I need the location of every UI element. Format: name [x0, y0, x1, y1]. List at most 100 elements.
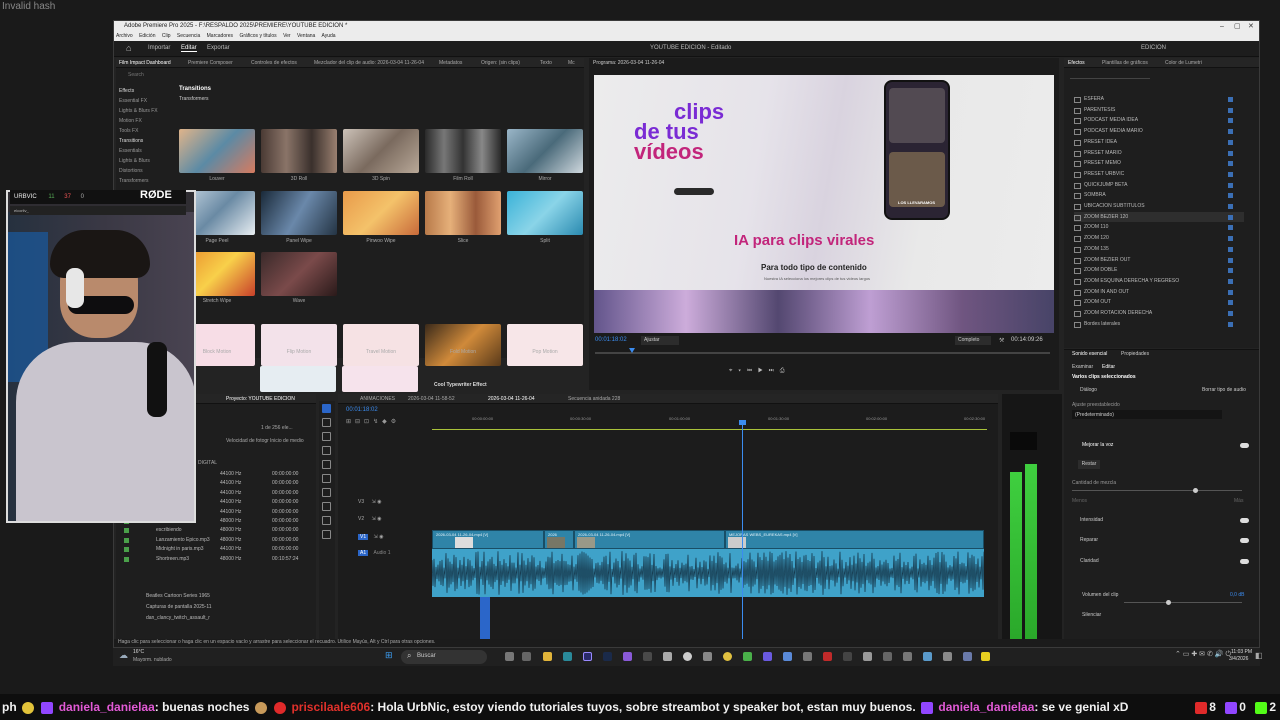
tab-text[interactable]: Texto	[540, 60, 552, 66]
razor-tool-icon[interactable]	[322, 446, 331, 455]
effect-preset-item[interactable]: ZOOM IN AND OUT	[1074, 287, 1244, 298]
minimize-icon[interactable]: –	[1220, 21, 1224, 32]
work-area-bar[interactable]	[432, 429, 987, 430]
video-clip[interactable]: 2026-03-04 11-26-04.mp4 [V]	[574, 530, 725, 549]
type-tool-icon[interactable]	[322, 516, 331, 525]
start-icon[interactable]: ⊞	[385, 650, 393, 661]
transition-thumb[interactable]	[425, 191, 501, 235]
effect-preset-item[interactable]: ZOOM BEZIER 120	[1074, 211, 1244, 223]
bin-item[interactable]: Beatles Cartoon Series 1965	[146, 593, 210, 599]
typewriter-label[interactable]: Cool Typewriter Effect	[434, 382, 487, 388]
menu-ventana[interactable]: Ventana	[297, 33, 315, 39]
effect-preset-item[interactable]: PRESET MARIO	[1074, 148, 1244, 159]
menu-ayuda[interactable]: Ayuda	[321, 33, 335, 39]
tab-film-impact[interactable]: Film Impact Dashboard	[119, 60, 171, 66]
app-icon[interactable]	[923, 652, 932, 661]
app-icon[interactable]	[803, 652, 812, 661]
selection-tool-icon[interactable]	[322, 404, 331, 413]
effect-preset-item[interactable]: ZOOM ROTACION DERECHA	[1074, 308, 1244, 319]
clip-volume-knob[interactable]	[1166, 600, 1171, 605]
effect-preset-item[interactable]: ESFERA	[1074, 94, 1244, 105]
mix-amount-knob[interactable]	[1193, 488, 1198, 493]
effect-preset-item[interactable]: ZOOM ESQUINA DERECHA Y REGRESO	[1074, 276, 1244, 287]
tab-audio-mixer[interactable]: Mezclador del clip de audio: 2026-03-04 …	[314, 60, 424, 66]
video-clip[interactable]: MEJORAS WEBS_EUREKAS.mp4 [V]	[725, 530, 984, 549]
app-icon[interactable]	[783, 652, 792, 661]
maximize-icon[interactable]: ▢	[1234, 21, 1241, 32]
tab-lumetri[interactable]: Color de Lumetri	[1165, 60, 1202, 66]
app-icon[interactable]	[505, 652, 514, 661]
transport-controls[interactable]: ⌖▾⏮▶⏭⎙	[729, 368, 929, 378]
system-tray-icons[interactable]: ⌃ ▭ ✚ ✉ ✆ 🔊 ⏻	[1175, 650, 1231, 659]
tree-distortions[interactable]: Distortions	[116, 166, 174, 176]
search-box[interactable]: ⌕ Buscar	[401, 650, 487, 664]
project-file-row[interactable]: Shortreen.mp3 48000 Hz 00:10:57:24	[116, 555, 316, 564]
transition-thumb[interactable]	[507, 191, 583, 235]
track-a1[interactable]: A1 Audio 1	[352, 550, 427, 562]
effects-search[interactable]: Search	[128, 72, 144, 78]
app-icon[interactable]	[743, 652, 752, 661]
tab-examinar[interactable]: Examinar	[1072, 364, 1093, 370]
mute-label[interactable]: Silenciar	[1082, 612, 1101, 618]
app-icon[interactable]	[981, 652, 990, 661]
tree-lights-blurs-fx[interactable]: Lights & Blurs FX	[116, 106, 174, 116]
clear-type-button[interactable]: Borrar tipo de audio	[1202, 387, 1246, 393]
effect-preset-item[interactable]: QUICKJUMP BETA	[1074, 180, 1244, 191]
tab-sequence[interactable]: Secuencia anidada 228	[568, 396, 620, 402]
transition-thumb[interactable]	[425, 129, 501, 173]
menu-edicion[interactable]: Edición	[139, 33, 155, 39]
menu-marcadores[interactable]: Marcadores	[207, 33, 233, 39]
transition-thumb[interactable]	[507, 324, 583, 366]
quality-dropdown[interactable]: Completo	[955, 336, 991, 345]
program-video[interactable]: clips de tus vídeos LOS LLEVARAMOS IA pa…	[594, 75, 1054, 333]
file-explorer-icon[interactable]	[543, 652, 552, 661]
project-file-row[interactable]: escribiendo 48000 Hz 00:00:00:00	[116, 526, 316, 535]
tab-sequence[interactable]: 2026-03-04 11-26-04	[488, 396, 535, 402]
effect-preset-item[interactable]: ZOOM DOBLE	[1074, 265, 1244, 276]
transition-thumb[interactable]	[507, 129, 583, 173]
effect-preset-item[interactable]: PODCAST MEDIA IDEA	[1074, 115, 1244, 126]
step-back-icon[interactable]: ⏮	[747, 368, 758, 374]
rectangle-tool-icon[interactable]	[322, 488, 331, 497]
mix-amount-slider[interactable]	[1072, 490, 1242, 491]
app-icon[interactable]	[903, 652, 912, 661]
tab-editar[interactable]: Editar	[181, 45, 197, 52]
notification-icon[interactable]: ◧	[1255, 651, 1263, 660]
track-v3[interactable]: V3 ⇲ ◉	[352, 499, 427, 511]
preset-dropdown[interactable]: (Predeterminado)	[1072, 410, 1222, 419]
clip-volume-value[interactable]: 0,0 dB	[1230, 592, 1244, 598]
export-frame-icon[interactable]: ⎙	[780, 368, 791, 374]
reset-button[interactable]: Restar	[1078, 460, 1100, 469]
wrench-icon[interactable]: ⚒	[999, 337, 1004, 344]
program-playhead[interactable]	[629, 348, 635, 353]
effect-preset-item[interactable]: ZOOM 110	[1074, 222, 1244, 233]
app-icon[interactable]	[823, 652, 832, 661]
bin-item[interactable]: Capturas de pantalla 2025-11	[146, 604, 212, 610]
effect-preset-item[interactable]: PRESET IDEA	[1074, 137, 1244, 148]
zoom-tool-icon[interactable]	[322, 530, 331, 539]
mark-in-icon[interactable]: ⌖	[729, 368, 738, 374]
menu-graficos[interactable]: Gráficos y títulos	[239, 33, 276, 39]
transition-thumb[interactable]	[261, 324, 337, 366]
tab-exportar[interactable]: Exportar	[207, 45, 230, 51]
tab-propiedades[interactable]: Propiedades	[1121, 351, 1149, 357]
app-icon[interactable]	[663, 652, 672, 661]
play-icon[interactable]: ▶	[758, 368, 769, 374]
app-icon[interactable]	[683, 652, 692, 661]
tab-metadata[interactable]: Metadatos	[439, 60, 462, 66]
close-icon[interactable]: ✕	[1248, 21, 1254, 32]
video-clip[interactable]: 2026-03-04 11-26-04.mp4 [V]	[432, 530, 544, 549]
effect-preset-item[interactable]: PRESET URBVIC	[1074, 169, 1244, 180]
track-select-icon[interactable]	[322, 418, 331, 427]
transition-thumb[interactable]	[261, 252, 337, 296]
intensidad-toggle[interactable]	[1240, 518, 1249, 523]
hand-tool-icon[interactable]	[322, 502, 331, 511]
track-v2[interactable]: V2 ⇲ ◉	[352, 516, 427, 528]
app-icon[interactable]	[563, 652, 572, 661]
tab-more[interactable]: Mc	[568, 60, 575, 66]
tree-transformers[interactable]: Transformers	[116, 176, 174, 186]
app-icon[interactable]	[623, 652, 632, 661]
transition-thumb[interactable]	[342, 366, 418, 392]
app-icon[interactable]	[522, 652, 531, 661]
effect-preset-item[interactable]: ZOOM OUT	[1074, 297, 1244, 308]
